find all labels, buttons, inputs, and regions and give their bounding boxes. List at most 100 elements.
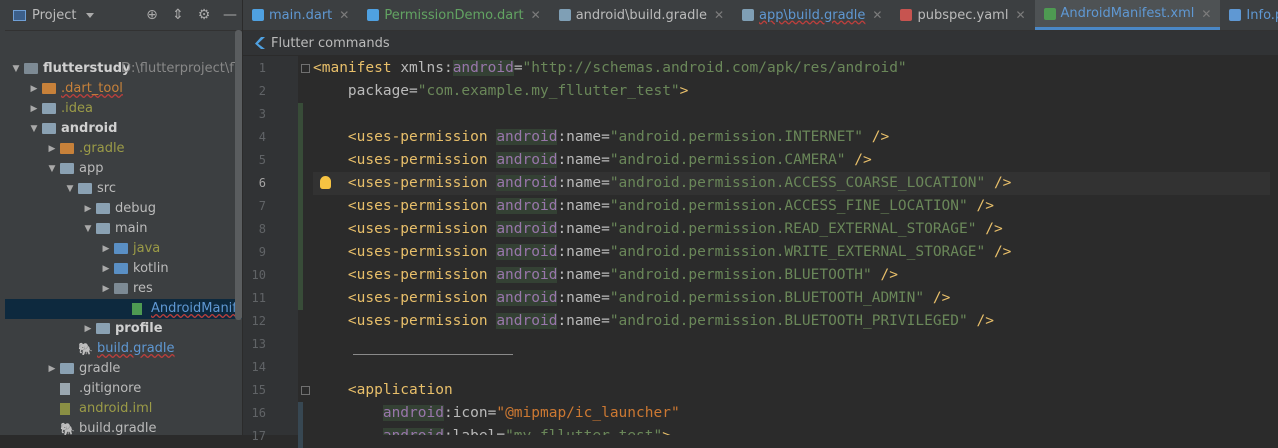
code-token: name xyxy=(566,221,602,237)
code-token: /> xyxy=(976,221,1003,237)
tree-item[interactable]: ▶ profile xyxy=(5,319,242,339)
editor-tab[interactable]: android\build.gradle ✕ xyxy=(550,0,733,30)
code-line[interactable]: <uses-permission android:name="android.p… xyxy=(313,195,994,218)
tree-item[interactable]: android.iml xyxy=(5,399,242,419)
tree-item-label: kotlin xyxy=(133,261,169,276)
code-line[interactable]: <application xyxy=(313,379,453,402)
tree-item[interactable]: ▼ android xyxy=(5,119,242,139)
tree-item[interactable]: ▶ .dart_tool xyxy=(5,79,242,99)
code-token: "android.permission.BLUETOOTH_ADMIN" xyxy=(609,290,925,306)
fold-icon[interactable] xyxy=(301,386,310,395)
expand-arrow-icon[interactable]: ▼ xyxy=(47,159,57,179)
code-line[interactable]: <uses-permission android:name="android.p… xyxy=(313,218,1003,241)
line-number: 4 xyxy=(258,130,266,144)
collapse-arrow-icon[interactable]: ▶ xyxy=(101,239,111,259)
code-line[interactable]: <uses-permission android:name="android.p… xyxy=(313,287,950,310)
collapse-arrow-icon[interactable]: ▶ xyxy=(101,279,111,299)
code-token: "android.permission.READ_EXTERNAL_STORAG… xyxy=(609,221,977,237)
collapse-arrow-icon[interactable]: ▶ xyxy=(47,139,57,159)
code-line[interactable]: android:icon="@mipmap/ic_launcher" xyxy=(313,402,680,425)
code-token: name xyxy=(566,198,602,214)
collapse-arrow-icon[interactable]: ▶ xyxy=(47,359,57,379)
code-line[interactable]: <uses-permission android:name="android.p… xyxy=(313,149,872,172)
close-icon[interactable]: ✕ xyxy=(1015,8,1025,22)
code-token: "android.permission.CAMERA" xyxy=(609,152,846,168)
code-line[interactable]: <uses-permission android:name="android.p… xyxy=(313,310,994,333)
tree-item-label: main xyxy=(115,221,148,236)
code-token: <uses-permission xyxy=(347,198,497,214)
tree-item[interactable]: ▶ debug xyxy=(5,199,242,219)
added-lines-marker[interactable] xyxy=(298,103,303,310)
project-view-selector[interactable]: Project xyxy=(5,8,95,23)
collapse-arrow-icon[interactable]: ▶ xyxy=(29,99,39,119)
editor-tab[interactable]: AndroidManifest.xml ✕ xyxy=(1034,0,1221,30)
editor-tab[interactable]: PermissionDemo.dart ✕ xyxy=(358,0,549,30)
code-token: <application xyxy=(347,382,453,398)
close-icon[interactable]: ✕ xyxy=(339,8,349,22)
expand-arrow-icon[interactable]: ▼ xyxy=(65,179,75,199)
flutter-commands-bar[interactable]: Flutter commands xyxy=(243,31,1278,56)
folder-icon xyxy=(96,323,110,334)
editor-scrollbar[interactable] xyxy=(1270,56,1278,435)
tree-item[interactable]: ▶ gradle xyxy=(5,359,242,379)
tree-item[interactable]: ▼ flutterstudyD:\flutterproject\flutters xyxy=(5,59,242,79)
tree-item[interactable]: ▶ kotlin xyxy=(5,259,242,279)
folder-icon xyxy=(60,363,74,374)
hide-icon[interactable]: — xyxy=(222,7,238,23)
close-icon[interactable]: ✕ xyxy=(714,8,724,22)
code-token: <uses-permission xyxy=(347,129,497,145)
collapse-arrow-icon[interactable]: ▶ xyxy=(101,259,111,279)
excluded-folder-icon xyxy=(60,143,74,154)
expand-arrow-icon[interactable]: ▼ xyxy=(29,119,39,139)
modified-lines-marker[interactable] xyxy=(298,402,303,448)
close-icon[interactable]: ✕ xyxy=(872,8,882,22)
tree-item[interactable]: 🐘 build.gradle xyxy=(5,419,242,435)
expand-arrow-icon[interactable]: ▼ xyxy=(11,59,21,79)
close-icon[interactable]: ✕ xyxy=(531,8,541,22)
tree-item[interactable]: AndroidManifest.xml xyxy=(5,299,242,319)
editor-tab-label: PermissionDemo.dart xyxy=(384,7,524,23)
code-token: = xyxy=(601,244,610,260)
line-number: 1 xyxy=(258,61,266,75)
collapse-arrow-icon[interactable]: ▶ xyxy=(29,79,39,99)
code-line[interactable]: <manifest xmlns:android="http://schemas.… xyxy=(313,57,907,80)
settings-icon[interactable]: ⚙ xyxy=(196,7,212,23)
lightbulb-icon[interactable] xyxy=(320,176,331,189)
tree-item[interactable]: ▶ java xyxy=(5,239,242,259)
code-editor[interactable]: <manifest xmlns:android="http://schemas.… xyxy=(313,56,1278,435)
fold-icon[interactable] xyxy=(301,64,310,73)
code-line[interactable]: <uses-permission android:name="android.p… xyxy=(313,172,1278,195)
code-token: /> xyxy=(863,129,890,145)
tree-item[interactable]: ▼ src xyxy=(5,179,242,199)
locate-icon[interactable]: ⊕ xyxy=(144,7,160,23)
code-token: name xyxy=(566,313,602,329)
code-token: android xyxy=(496,267,558,283)
tree-item[interactable]: ▼ app xyxy=(5,159,242,179)
collapse-arrow-icon[interactable]: ▶ xyxy=(83,319,93,339)
code-line[interactable]: <uses-permission android:name="android.p… xyxy=(313,126,889,149)
expand-arrow-icon[interactable]: ▼ xyxy=(83,219,93,239)
tree-item[interactable]: .gitignore xyxy=(5,379,242,399)
tree-item[interactable]: 🐘 build.gradle xyxy=(5,339,242,359)
code-token: : xyxy=(444,428,453,435)
tree-item[interactable]: ▶ res xyxy=(5,279,242,299)
editor-tab[interactable]: Info.plist✕ xyxy=(1220,0,1278,30)
tree-item[interactable]: ▶ .idea xyxy=(5,99,242,119)
close-icon[interactable]: ✕ xyxy=(1201,7,1211,21)
line-number: 16 xyxy=(251,406,266,420)
code-line[interactable]: <uses-permission android:name="android.p… xyxy=(313,264,898,287)
tree-item[interactable]: ▼ main xyxy=(5,219,242,239)
collapse-arrow-icon[interactable]: ▶ xyxy=(83,199,93,219)
editor-tab[interactable]: app\build.gradle ✕ xyxy=(733,0,891,30)
collapse-icon[interactable]: ⇕ xyxy=(170,7,186,23)
code-line[interactable]: android:label="my_fllutter_test"> xyxy=(313,425,671,435)
code-line[interactable]: package="com.example.my_fllutter_test"> xyxy=(313,80,688,103)
editor-tab[interactable]: main.dart ✕ xyxy=(243,0,358,30)
editor-tab[interactable]: pubspec.yaml ✕ xyxy=(891,0,1034,30)
gradle-icon xyxy=(742,9,755,21)
code-line[interactable]: <uses-permission android:name="android.p… xyxy=(313,241,1011,264)
code-token: android xyxy=(496,221,558,237)
tree-item[interactable]: ▶ .gradle xyxy=(5,139,242,159)
